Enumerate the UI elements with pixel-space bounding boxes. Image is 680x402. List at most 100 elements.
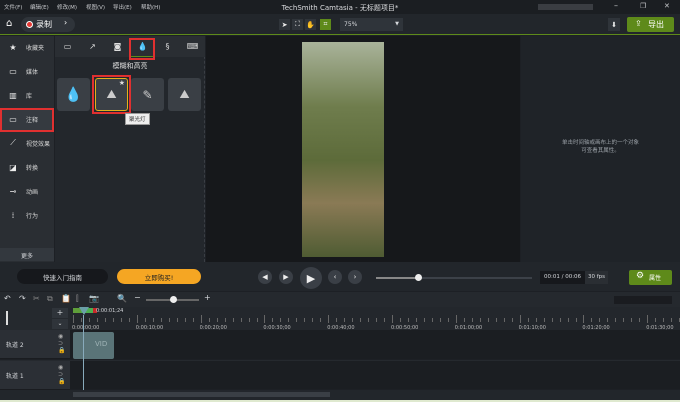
ruler-tick (440, 318, 441, 322)
crop-handles-icon[interactable]: ⛶ (292, 19, 303, 30)
ruler-tick (455, 315, 457, 323)
pan-hand-icon[interactable]: ✋ (305, 19, 316, 30)
ruler-tick (224, 318, 226, 322)
timeline-search[interactable] (614, 296, 672, 304)
more-button[interactable]: 更多 (0, 248, 54, 261)
step-forward-icon[interactable]: ▶ (279, 270, 293, 284)
blur-tile[interactable]: 💧 (57, 78, 90, 111)
properties-button[interactable]: ⚙ 属性 (629, 270, 672, 285)
ruler-tick (368, 318, 370, 322)
export-button[interactable]: ⇪ 导出 (627, 17, 674, 32)
next-icon[interactable]: › (348, 270, 362, 284)
timeline-ruler[interactable]: 0:00:01;24 0:00:00;00 0:00:10;00 0:00:20;0… (70, 307, 680, 331)
paste-icon[interactable]: 📋 (61, 294, 71, 303)
film-icon: ▭ (9, 66, 17, 76)
ruler-tick (248, 318, 250, 322)
zoom-search-icon[interactable]: 🔍 (117, 294, 127, 303)
copy-icon[interactable]: ⧉ (47, 294, 53, 304)
snapshot-icon[interactable]: 📷 (89, 294, 99, 303)
record-icon (26, 21, 33, 28)
ruler-tick (344, 318, 346, 322)
horizontal-scrollbar[interactable] (73, 392, 330, 397)
interactive-hotspot-tile[interactable]: ⛰ (168, 78, 201, 111)
zoom-value: 75% (344, 21, 358, 28)
share-icon: ⇪ (635, 19, 642, 28)
highlight-spotlight (92, 75, 131, 114)
droplet-icon: 💧 (64, 86, 83, 103)
ruler-tick (360, 318, 362, 322)
download-icon[interactable]: ⬇ (608, 18, 620, 31)
sidebar-item-transitions[interactable]: ◪ 转换 (0, 156, 54, 178)
tab-arrows[interactable]: ↗ (80, 36, 105, 57)
cut-icon[interactable]: ✂ (33, 294, 40, 303)
canvas[interactable] (206, 36, 520, 262)
sidebar-item-animations[interactable]: ⊸ 动画 (0, 180, 54, 202)
step-back-icon[interactable]: ◀ (258, 270, 272, 284)
scrubber-handle[interactable] (415, 274, 422, 281)
track-height-slider[interactable] (6, 311, 8, 325)
ruler-tick (73, 315, 74, 323)
track-header[interactable]: 轨道 1 ◉ ⊃ 🔒 (0, 361, 70, 390)
tab-sketch-motion[interactable]: § (155, 36, 180, 57)
video-clip[interactable]: VID (73, 332, 114, 359)
collapse-icon[interactable]: ⌄ (52, 319, 68, 329)
pixelate-icon: ⛰ (179, 87, 190, 101)
quick-guide-button[interactable]: 快速入门指南 (17, 269, 108, 284)
record-button[interactable]: 录制 › (21, 17, 75, 32)
ruler-tick (448, 318, 449, 322)
sidebar-item-behaviors[interactable]: ⁞ 行为 (0, 204, 54, 226)
zoom-in-icon[interactable]: + (204, 293, 211, 302)
ruler-tick (272, 318, 274, 322)
chevron-right-icon[interactable]: › (64, 18, 67, 27)
behavior-icon: ⁞ (11, 210, 15, 220)
track-visibility-icon[interactable]: ◉ ⊃ 🔒 (58, 364, 65, 385)
zoom-out-icon[interactable]: − (134, 293, 141, 302)
minimize-icon[interactable]: – (614, 1, 618, 10)
tab-keystroke[interactable]: ⌨ (180, 36, 205, 57)
playhead[interactable] (79, 307, 89, 315)
timeline-zoom-slider[interactable] (146, 296, 199, 303)
play-icon[interactable]: ▶ (300, 267, 322, 289)
ruler-tick (216, 318, 218, 322)
ruler-tick (607, 318, 609, 322)
sidebar-item-media[interactable]: ▭ 媒体 (0, 60, 54, 82)
split-icon[interactable]: ⫿ (76, 294, 79, 304)
restore-icon[interactable]: ❐ (640, 2, 646, 10)
ruler-tick (376, 318, 378, 322)
account-area[interactable] (538, 4, 593, 10)
buy-now-button[interactable]: 立即购买! (117, 269, 201, 284)
select-tool-icon[interactable]: ➤ (279, 19, 290, 30)
track-header[interactable]: 轨道 2 ◉ ⊃ 🔒 (0, 330, 70, 359)
crop-icon[interactable]: ⌗ (320, 19, 331, 30)
ruler-tick (495, 318, 497, 322)
undo-icon[interactable]: ↶ (4, 294, 11, 303)
export-label: 导出 (648, 20, 664, 29)
ruler-tick (264, 315, 266, 323)
ruler-tick (136, 315, 138, 323)
ruler-tick (591, 318, 593, 322)
add-track-icon[interactable]: + (52, 308, 68, 318)
hint-line: 可查看其属性。 (581, 148, 620, 154)
timeline-header-controls: + ⌄ (0, 307, 70, 330)
ruler-tick (424, 318, 425, 322)
sidebar-item-visual-effects[interactable]: ⟋ 视觉效果 (0, 132, 54, 154)
track-1: 轨道 1 ◉ ⊃ 🔒 (0, 360, 680, 390)
video-preview[interactable] (302, 42, 384, 257)
marker-icon: ✎ (142, 87, 153, 102)
tab-callouts[interactable]: ▭ (55, 36, 80, 57)
ruler-tick (176, 318, 178, 322)
redo-icon[interactable]: ↷ (19, 294, 26, 303)
sidebar-item-library[interactable]: ▥ 库 (0, 84, 54, 106)
sidebar-item-favorites[interactable]: ★ 收藏夹 (0, 36, 54, 58)
ruler-tick (663, 318, 665, 322)
ruler-tick (639, 318, 641, 322)
zoom-select[interactable]: 75% ▼ (340, 18, 403, 31)
previous-icon[interactable]: ‹ (328, 270, 342, 284)
home-icon[interactable]: ⌂ (6, 18, 12, 29)
zoom-slider-handle[interactable] (170, 296, 177, 303)
scrubber-track[interactable] (376, 274, 532, 281)
track-visibility-icon[interactable]: ◉ ⊃ 🔒 (58, 333, 65, 354)
close-icon[interactable]: ✕ (664, 2, 670, 10)
highlight-tile[interactable]: ✎ (131, 78, 164, 111)
tab-shapes[interactable]: ◙ (105, 36, 130, 57)
